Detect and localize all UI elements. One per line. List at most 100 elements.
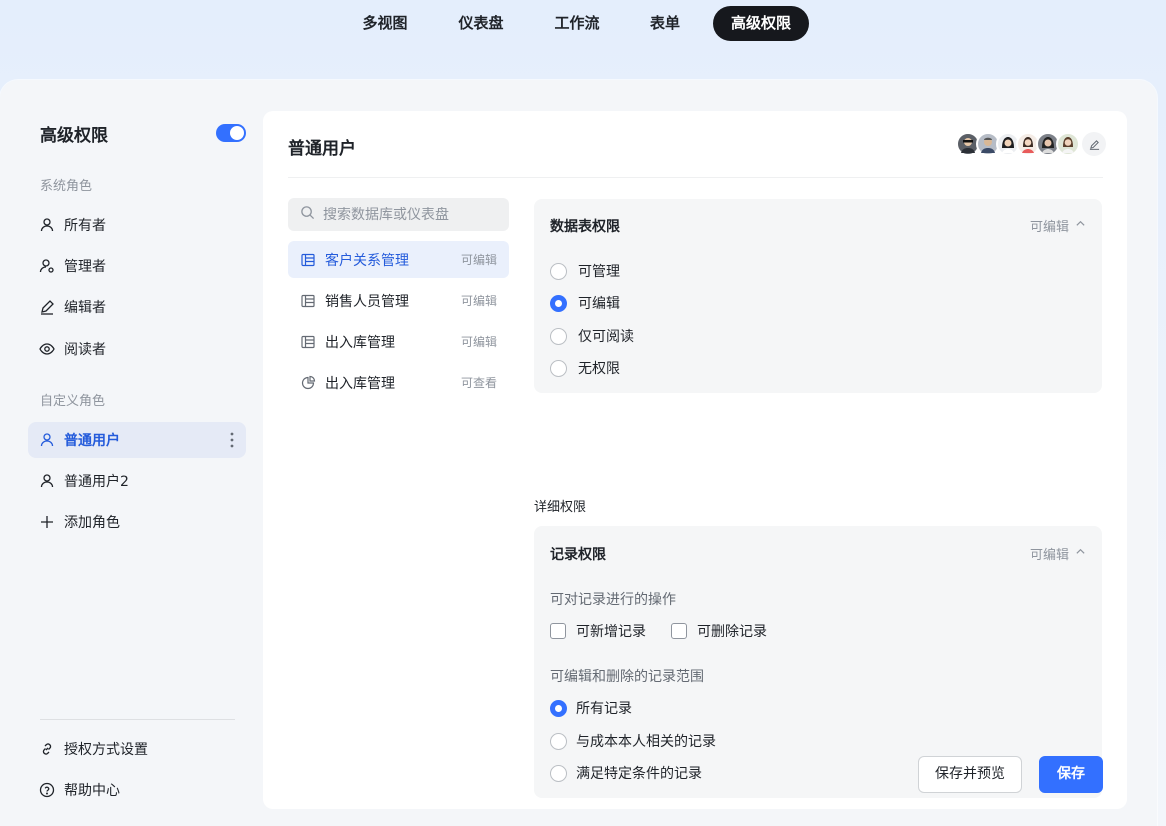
search-input[interactable] xyxy=(323,206,503,223)
add-role-button[interactable]: 添加角色 xyxy=(28,504,246,540)
list-item-database[interactable]: 销售人员管理 可编辑 xyxy=(288,282,509,319)
help-icon xyxy=(38,781,56,799)
sidebar-item-normal-user-2[interactable]: 普通用户2 xyxy=(28,463,246,499)
sidebar-item-manager[interactable]: 管理者 xyxy=(28,248,246,284)
eye-icon xyxy=(38,340,56,358)
radio-label: 与成本本人相关的记录 xyxy=(576,734,716,750)
member-avatars[interactable] xyxy=(956,132,1106,158)
link-icon xyxy=(38,740,56,758)
sidebar: 高级权限 系统角色 所有者 管理者 编辑者 阅读者 自定义角色 普通用户 普通用… xyxy=(0,80,262,826)
chevron-up-icon xyxy=(1069,218,1086,233)
save-and-preview-button[interactable]: 保存并预览 xyxy=(918,756,1022,793)
save-button[interactable]: 保存 xyxy=(1039,756,1103,793)
pencil-icon xyxy=(38,298,56,316)
chevron-up-icon xyxy=(1069,546,1086,561)
search-box[interactable] xyxy=(288,198,509,231)
dashboard-status: 可查看 xyxy=(460,376,497,390)
custom-roles-label: 自定义角色 xyxy=(40,394,106,409)
list-item-dashboard[interactable]: 出入库管理 可查看 xyxy=(288,364,509,401)
sidebar-item-normal-user[interactable]: 普通用户 xyxy=(28,422,246,458)
sidebar-item-editor[interactable]: 编辑者 xyxy=(28,289,246,325)
radio-can-edit[interactable]: 可编辑 xyxy=(550,293,620,313)
radio-button[interactable] xyxy=(550,262,567,280)
checkbox-delete-record[interactable]: 可删除记录 xyxy=(671,621,767,641)
radio-related-records[interactable]: 与成本本人相关的记录 xyxy=(550,731,716,751)
radio-all-records[interactable]: 所有记录 xyxy=(550,698,632,718)
avatar xyxy=(1056,132,1080,156)
checkbox-add-record[interactable]: 可新增记录 xyxy=(550,621,646,641)
user-icon xyxy=(38,216,56,234)
record-permission-title: 记录权限 xyxy=(550,547,606,563)
database-name: 销售人员管理 xyxy=(325,293,409,310)
table-icon xyxy=(300,334,316,350)
sidebar-item-owner[interactable]: 所有者 xyxy=(28,207,246,243)
table-permission-title: 数据表权限 xyxy=(550,219,620,235)
table-icon xyxy=(300,293,316,309)
table-permission-section: 数据表权限 可编辑 可管理 可编辑 仅可阅读 无权限 xyxy=(534,199,1102,393)
database-status: 可编辑 xyxy=(460,335,497,349)
sidebar-item-label: 编辑者 xyxy=(64,300,106,316)
radio-can-manage[interactable]: 可管理 xyxy=(550,261,620,281)
radio-no-permission[interactable]: 无权限 xyxy=(550,358,620,378)
table-icon xyxy=(300,252,316,268)
top-tabs: 多视图 仪表盘 工作流 表单 高级权限 xyxy=(0,6,1166,41)
edit-members-icon[interactable] xyxy=(1082,132,1106,156)
help-center-label: 帮助中心 xyxy=(64,783,120,799)
detail-permission-label: 详细权限 xyxy=(534,500,587,515)
list-item-database[interactable]: 出入库管理 可编辑 xyxy=(288,323,509,360)
radio-conditional-records[interactable]: 满足特定条件的记录 xyxy=(550,763,702,783)
tab-workflow[interactable]: 工作流 xyxy=(544,6,610,41)
radio-label: 可管理 xyxy=(578,264,620,280)
list-item-database[interactable]: 客户关系管理 可编辑 xyxy=(288,241,509,278)
search-icon xyxy=(300,205,315,224)
user-gear-icon xyxy=(38,257,56,275)
radio-button[interactable] xyxy=(550,732,567,750)
auth-settings-link[interactable]: 授权方式设置 xyxy=(28,731,246,767)
radio-label: 仅可阅读 xyxy=(578,329,634,345)
database-name: 出入库管理 xyxy=(325,334,395,351)
record-scope-label: 可编辑和删除的记录范围 xyxy=(550,669,704,685)
panel-divider xyxy=(288,177,1103,178)
tab-form[interactable]: 表单 xyxy=(640,6,690,41)
user-icon xyxy=(38,472,56,490)
more-vertical-icon[interactable] xyxy=(230,431,234,449)
main-card: 高级权限 系统角色 所有者 管理者 编辑者 阅读者 自定义角色 普通用户 普通用… xyxy=(0,80,1157,826)
radio-button[interactable] xyxy=(550,327,567,345)
radio-label: 所有记录 xyxy=(576,701,632,717)
radio-button[interactable] xyxy=(550,359,567,377)
record-ops-label: 可对记录进行的操作 xyxy=(550,592,676,608)
checkbox-label: 可删除记录 xyxy=(697,624,767,640)
radio-button[interactable] xyxy=(550,294,567,312)
role-detail-panel: 普通用户 搜索数据库或仪表盘 客户关系管理 可编辑 销售人员管理 可编辑 出入库… xyxy=(263,111,1127,809)
dashboard-name: 出入库管理 xyxy=(325,375,395,392)
tab-dashboard[interactable]: 仪表盘 xyxy=(448,6,514,41)
help-center-link[interactable]: 帮助中心 xyxy=(28,772,246,808)
sidebar-divider xyxy=(40,719,235,720)
radio-button[interactable] xyxy=(550,699,567,717)
sidebar-item-label: 管理者 xyxy=(64,259,106,275)
record-permission-collapse[interactable]: 可编辑 xyxy=(1030,544,1086,563)
advanced-permission-toggle[interactable] xyxy=(216,124,246,142)
add-role-label: 添加角色 xyxy=(64,515,120,531)
sidebar-item-label: 阅读者 xyxy=(64,342,106,358)
radio-label: 可编辑 xyxy=(578,296,620,312)
checkbox[interactable] xyxy=(671,623,687,639)
sidebar-item-reader[interactable]: 阅读者 xyxy=(28,331,246,367)
tab-multi-view[interactable]: 多视图 xyxy=(352,6,418,41)
plus-icon xyxy=(38,513,56,531)
sidebar-item-label: 普通用户 xyxy=(64,433,120,449)
radio-label: 满足特定条件的记录 xyxy=(576,766,702,782)
page-title: 普通用户 xyxy=(288,139,356,159)
user-icon xyxy=(38,431,56,449)
sidebar-item-label: 普通用户2 xyxy=(64,474,129,490)
table-permission-collapse[interactable]: 可编辑 xyxy=(1030,216,1086,235)
tab-advanced-permissions[interactable]: 高级权限 xyxy=(713,6,809,41)
sidebar-item-label: 所有者 xyxy=(64,218,106,234)
checkbox-label: 可新增记录 xyxy=(576,624,646,640)
record-permission-status: 可编辑 xyxy=(1029,548,1069,563)
radio-read-only[interactable]: 仅可阅读 xyxy=(550,326,634,346)
checkbox[interactable] xyxy=(550,623,566,639)
radio-button[interactable] xyxy=(550,764,567,782)
radio-label: 无权限 xyxy=(578,361,620,377)
dashboard-icon xyxy=(300,375,316,391)
